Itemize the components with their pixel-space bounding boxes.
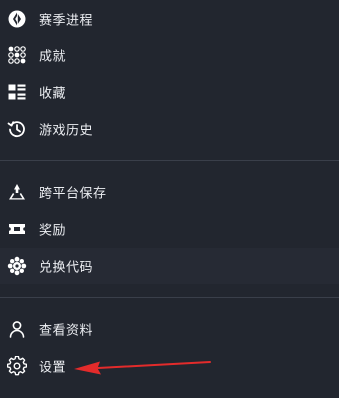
- menu-item-label: 设置: [39, 360, 67, 376]
- menu-item-label: 跨平台保存: [39, 186, 107, 202]
- menu-item-season-progress[interactable]: 赛季进程: [0, 1, 339, 37]
- cross-platform-icon: [7, 182, 27, 202]
- menu-item-settings[interactable]: 设置: [0, 348, 339, 384]
- menu-item-label: 收藏: [39, 86, 67, 102]
- menu-item-achievements[interactable]: 成就: [0, 37, 339, 73]
- side-menu: 赛季进程 成就 收藏 游戏历史 跨平台保存 奖励 兑换代码 查看资料 设置: [0, 0, 339, 398]
- menu-divider: [0, 160, 339, 161]
- profile-icon: [7, 319, 27, 339]
- redeem-icon: [7, 256, 27, 276]
- menu-item-label: 兑换代码: [39, 260, 94, 276]
- achievements-icon: [7, 45, 27, 65]
- menu-item-game-history[interactable]: 游戏历史: [0, 111, 339, 147]
- menu-item-label: 成就: [39, 49, 67, 65]
- menu-item-collection[interactable]: 收藏: [0, 74, 339, 110]
- gear-icon: [7, 356, 27, 376]
- menu-item-label: 赛季进程: [39, 13, 94, 29]
- menu-item-rewards[interactable]: 奖励: [0, 211, 339, 247]
- season-progress-icon: [7, 9, 27, 29]
- collection-icon: [7, 82, 27, 102]
- menu-item-view-profile[interactable]: 查看资料: [0, 311, 339, 347]
- ticket-icon: [7, 219, 27, 239]
- menu-item-redeem-code[interactable]: 兑换代码: [0, 248, 339, 284]
- menu-item-label: 游戏历史: [39, 123, 94, 139]
- menu-item-cross-platform-save[interactable]: 跨平台保存: [0, 174, 339, 210]
- menu-item-label: 查看资料: [39, 323, 94, 339]
- menu-divider: [0, 297, 339, 298]
- menu-item-label: 奖励: [39, 223, 67, 239]
- history-icon: [7, 119, 27, 139]
